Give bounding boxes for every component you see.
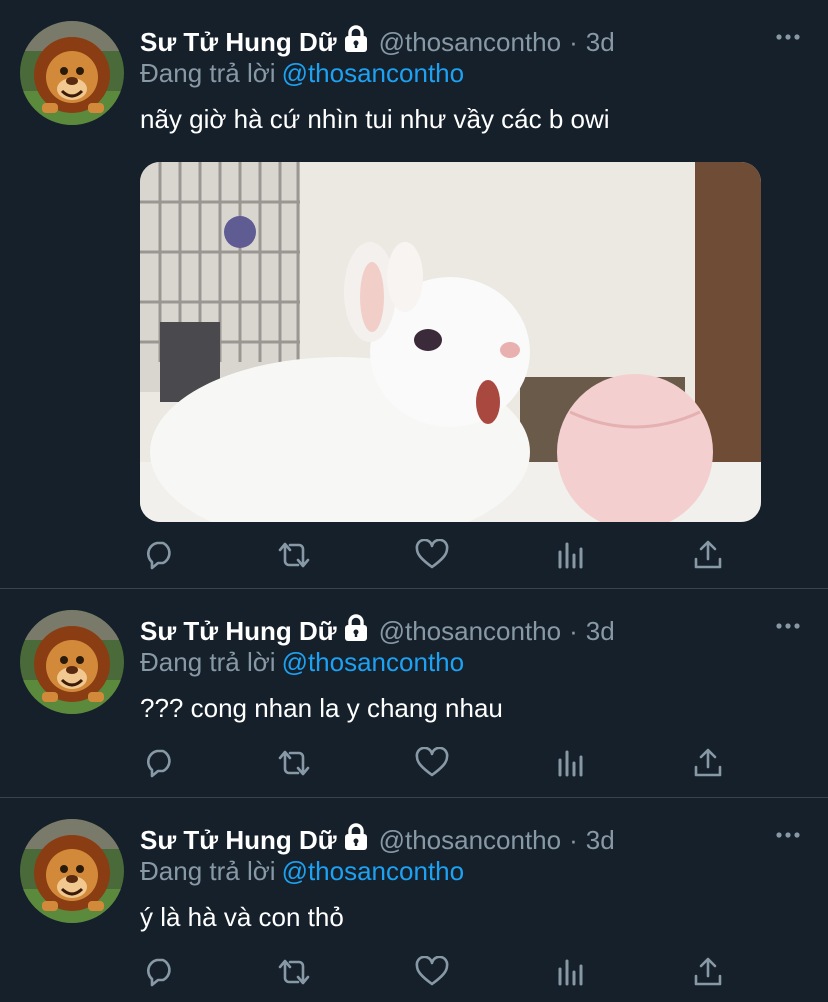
lion-avatar-image — [20, 819, 124, 923]
avatar[interactable] — [20, 610, 124, 714]
like-icon[interactable] — [412, 743, 452, 783]
display-name[interactable]: Sư Tử Hung Dữ — [140, 825, 337, 856]
separator: · — [569, 26, 578, 57]
retweet-icon[interactable] — [274, 952, 314, 992]
handle[interactable]: @thosancontho — [379, 27, 562, 58]
reply-mention-link[interactable]: @thosancontho — [282, 856, 465, 886]
reply-context: Đang trả lời @thosancontho — [140, 58, 464, 89]
like-icon[interactable] — [412, 952, 452, 992]
timestamp[interactable]: 3d — [586, 616, 615, 647]
tweet-header: Sư Tử Hung Dữ @thosancontho · 3d — [140, 822, 615, 858]
display-name[interactable]: Sư Tử Hung Dữ — [140, 616, 337, 647]
avatar[interactable] — [20, 21, 124, 125]
handle[interactable]: @thosancontho — [379, 825, 562, 856]
reply-prefix: Đang trả lời — [140, 647, 276, 677]
tweet[interactable]: Sư Tử Hung Dữ @thosancontho · 3d Đang tr… — [0, 798, 828, 1002]
lion-avatar-image — [20, 21, 124, 125]
display-name[interactable]: Sư Tử Hung Dữ — [140, 27, 337, 58]
reply-context: Đang trả lời @thosancontho — [140, 647, 464, 678]
tweet-text: ??? cong nhan la y chang nhau — [140, 693, 503, 723]
more-options-icon[interactable] — [776, 826, 800, 844]
separator: · — [569, 824, 578, 855]
lock-icon — [343, 24, 369, 60]
reply-icon[interactable] — [140, 743, 180, 783]
timestamp[interactable]: 3d — [586, 825, 615, 856]
reply-icon[interactable] — [140, 952, 180, 992]
tweet-text: ý là hà và con thỏ — [140, 902, 344, 932]
retweet-icon[interactable] — [274, 535, 314, 575]
tweet-text: nãy giờ hà cứ nhìn tui như vầy các b owi — [140, 104, 610, 134]
analytics-icon[interactable] — [550, 535, 590, 575]
reply-mention-link[interactable]: @thosancontho — [282, 647, 465, 677]
tweet-header: Sư Tử Hung Dữ @thosancontho · 3d — [140, 613, 615, 649]
rabbit-photo — [140, 162, 761, 522]
tweet-actions — [140, 743, 740, 783]
tweet[interactable]: Sư Tử Hung Dữ @thosancontho · 3d Đang tr… — [0, 0, 828, 589]
share-icon[interactable] — [688, 743, 728, 783]
reply-mention-link[interactable]: @thosancontho — [282, 58, 465, 88]
share-icon[interactable] — [688, 535, 728, 575]
analytics-icon[interactable] — [550, 743, 590, 783]
reply-context: Đang trả lời @thosancontho — [140, 856, 464, 887]
tweet[interactable]: Sư Tử Hung Dữ @thosancontho · 3d Đang tr… — [0, 589, 828, 798]
tweet-header: Sư Tử Hung Dữ @thosancontho · 3d — [140, 24, 615, 60]
timestamp[interactable]: 3d — [586, 27, 615, 58]
reply-prefix: Đang trả lời — [140, 58, 276, 88]
reply-icon[interactable] — [140, 535, 180, 575]
retweet-icon[interactable] — [274, 743, 314, 783]
avatar[interactable] — [20, 819, 124, 923]
lion-avatar-image — [20, 610, 124, 714]
lock-icon — [343, 613, 369, 649]
handle[interactable]: @thosancontho — [379, 616, 562, 647]
share-icon[interactable] — [688, 952, 728, 992]
tweet-actions — [140, 952, 740, 992]
analytics-icon[interactable] — [550, 952, 590, 992]
tweet-actions — [140, 535, 740, 575]
lock-icon — [343, 822, 369, 858]
reply-prefix: Đang trả lời — [140, 856, 276, 886]
more-options-icon[interactable] — [776, 617, 800, 635]
like-icon[interactable] — [412, 535, 452, 575]
tweet-media-image[interactable] — [140, 162, 761, 522]
more-options-icon[interactable] — [776, 28, 800, 46]
separator: · — [569, 615, 578, 646]
